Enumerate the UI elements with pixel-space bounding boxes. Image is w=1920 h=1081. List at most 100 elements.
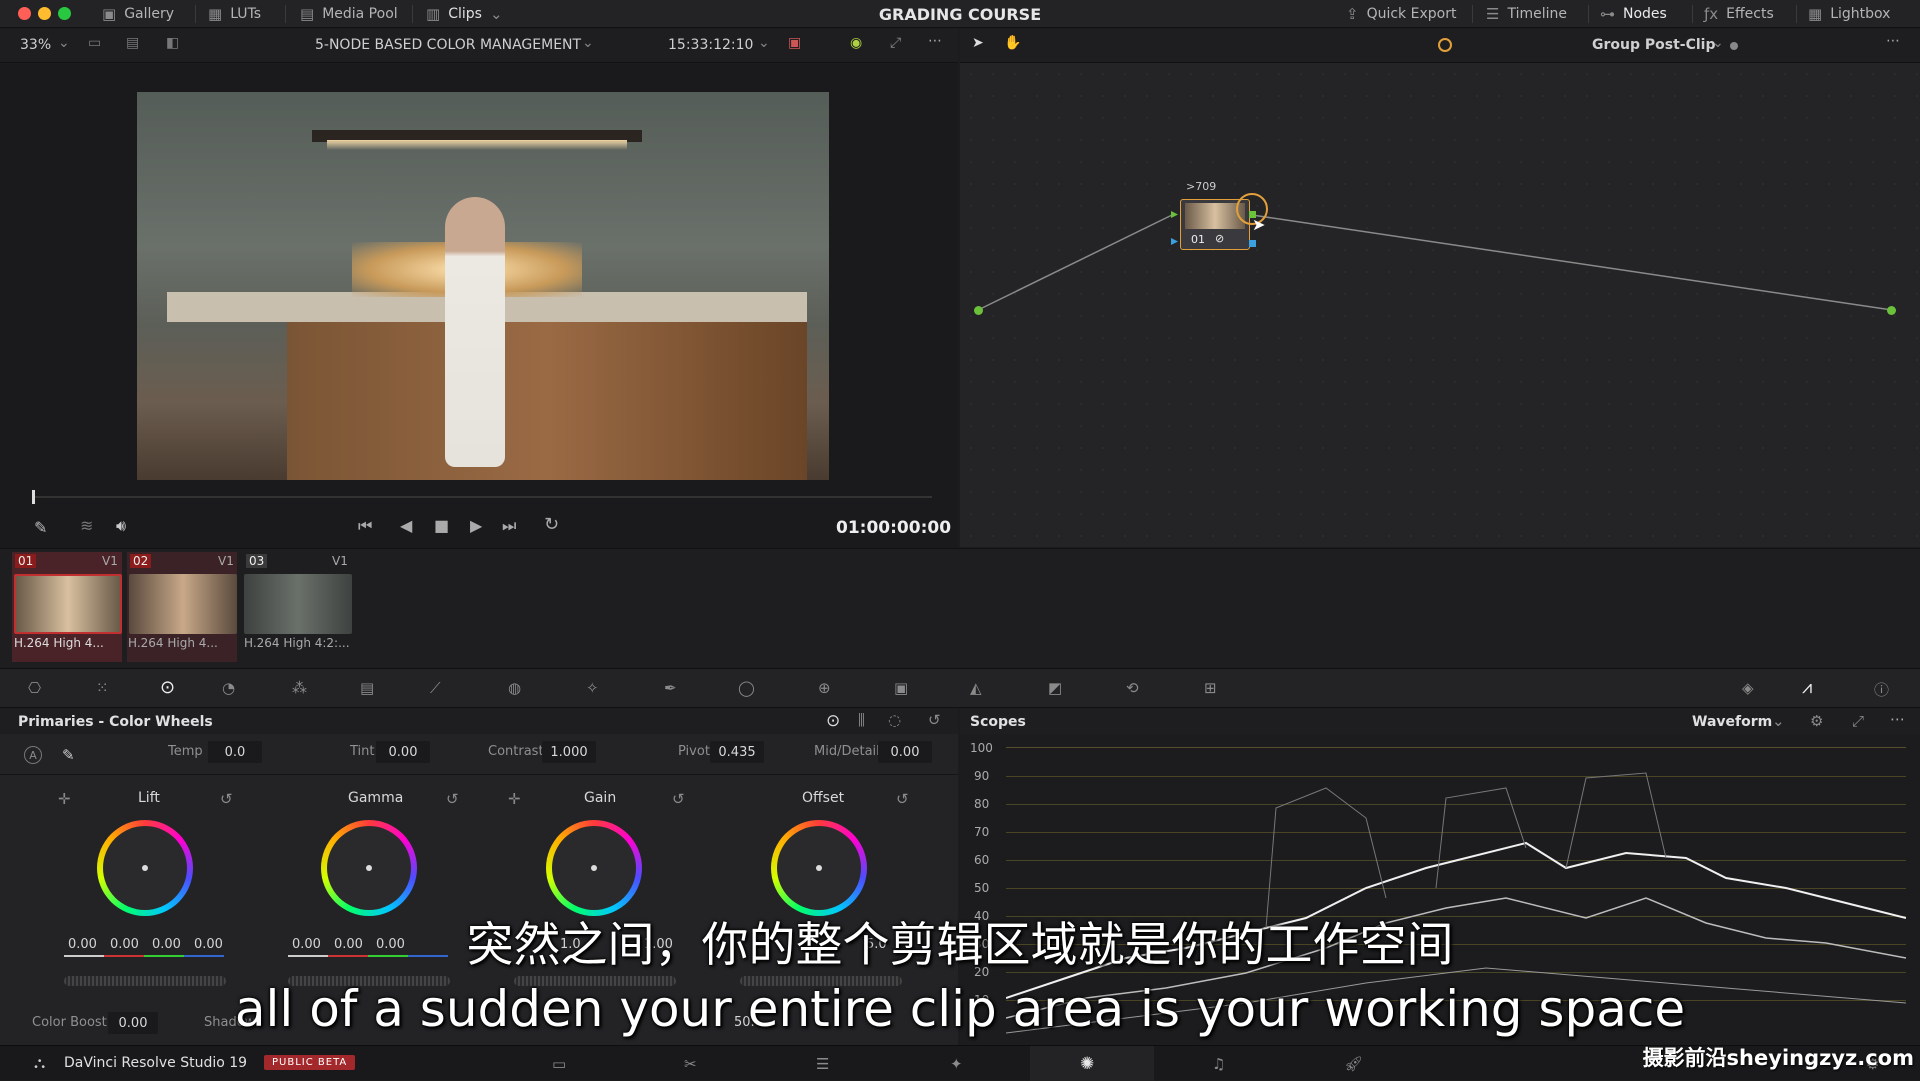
source-timecode[interactable]: 15:33:12:10 bbox=[668, 37, 753, 53]
pointer-tool-icon[interactable]: ➤ bbox=[972, 35, 984, 51]
tab-nodes[interactable]: ⊶ Nodes bbox=[1600, 0, 1667, 28]
fullscreen-icon[interactable]: ⤢ bbox=[890, 35, 901, 51]
crosshair-icon[interactable]: ✛ bbox=[58, 790, 71, 808]
magic-mask-icon[interactable]: ▣ bbox=[894, 679, 908, 697]
reset-gamma-icon[interactable]: ↺ bbox=[446, 790, 459, 808]
wipe-view-icon[interactable]: ◧ bbox=[166, 35, 179, 51]
reset-gain-icon[interactable]: ↺ bbox=[672, 790, 685, 808]
key-icon[interactable]: ◩ bbox=[1048, 679, 1062, 697]
primaries-icon[interactable]: ⊙ bbox=[160, 677, 175, 698]
highlight-icon[interactable] bbox=[1438, 38, 1452, 52]
close-window-button[interactable] bbox=[18, 7, 31, 20]
video-frame[interactable] bbox=[137, 92, 829, 480]
white-balance-picker-icon[interactable]: ✎ bbox=[62, 746, 75, 764]
clip-thumbnail-01[interactable] bbox=[14, 574, 122, 634]
tab-timeline[interactable]: ☰ Timeline bbox=[1486, 0, 1567, 28]
more-options-icon[interactable]: ⋯ bbox=[1886, 33, 1900, 49]
scrubber-track[interactable] bbox=[32, 496, 932, 498]
output-dot[interactable] bbox=[1887, 306, 1896, 315]
volume-icon[interactable]: 🔊︎ bbox=[116, 516, 126, 536]
rgb-mixer-icon[interactable]: ⁂ bbox=[292, 679, 307, 697]
playhead[interactable] bbox=[32, 490, 35, 504]
step-back-icon[interactable]: ◀ bbox=[400, 516, 412, 535]
tab-gallery[interactable]: ▣ Gallery bbox=[102, 0, 174, 28]
hdr-icon[interactable]: ◔ bbox=[222, 679, 235, 697]
scope-mode-select[interactable]: Waveform bbox=[1692, 714, 1772, 730]
sizing-icon[interactable]: ⟲ bbox=[1126, 679, 1139, 697]
mid-detail-field[interactable]: 0.00 bbox=[878, 741, 932, 763]
contrast-field[interactable]: 1.000 bbox=[542, 741, 596, 763]
reset-all-icon[interactable]: ↺ bbox=[928, 711, 941, 729]
log-mode-icon[interactable]: ◌ bbox=[888, 711, 901, 729]
go-to-end-icon[interactable]: ⏭ bbox=[502, 516, 516, 536]
color-picker-icon[interactable]: ◉ bbox=[850, 35, 862, 51]
crosshair-icon[interactable]: ✛ bbox=[508, 790, 521, 808]
camera-raw-icon[interactable]: ⎔ bbox=[28, 679, 41, 697]
cut-page-icon[interactable]: ✂ bbox=[684, 1055, 697, 1073]
loop-icon[interactable]: ↻ bbox=[544, 514, 559, 535]
layers-icon[interactable]: ≋ bbox=[80, 516, 93, 535]
chevron-down-icon[interactable]: ⌄ bbox=[1772, 712, 1785, 730]
chevron-down-icon[interactable]: ⌄ bbox=[582, 35, 594, 51]
deliver-page-icon[interactable]: 🚀︎ bbox=[1344, 1055, 1363, 1073]
node-key-output[interactable] bbox=[1249, 240, 1256, 247]
clip-thumbnail-03[interactable] bbox=[244, 574, 352, 634]
minimize-window-button[interactable] bbox=[38, 7, 51, 20]
qualifier-icon[interactable]: ✧ bbox=[586, 679, 599, 697]
more-options-icon[interactable]: ⋯ bbox=[1890, 710, 1905, 728]
3d-icon[interactable]: ⊞ bbox=[1204, 679, 1217, 697]
window-icon[interactable]: ◯ bbox=[738, 679, 755, 697]
chevron-down-icon[interactable]: ⌄ bbox=[58, 35, 70, 51]
play-icon[interactable]: ▶ bbox=[470, 516, 482, 535]
auto-balance-icon[interactable]: A bbox=[24, 746, 42, 764]
scope-settings-icon[interactable]: ⚙ bbox=[1810, 712, 1823, 730]
tab-effects[interactable]: ƒx Effects bbox=[1704, 0, 1774, 28]
motion-effects-icon[interactable]: ▤ bbox=[360, 679, 374, 697]
tab-media-pool[interactable]: ▤ Media Pool bbox=[300, 0, 398, 28]
keyframes-icon[interactable]: ◈ bbox=[1742, 679, 1754, 697]
bars-mode-icon[interactable]: ⫼ bbox=[858, 711, 865, 729]
quick-export-button[interactable]: ⇪ Quick Export bbox=[1346, 0, 1456, 28]
fusion-page-icon[interactable]: ✦ bbox=[950, 1055, 963, 1073]
more-options-icon[interactable]: ⋯ bbox=[928, 33, 942, 49]
eyedropper-tool-icon[interactable]: ✒ bbox=[664, 679, 677, 697]
go-to-start-icon[interactable]: ⏮ bbox=[358, 516, 372, 536]
wheels-mode-icon[interactable]: ⊙ bbox=[826, 711, 840, 731]
color-space-icon[interactable]: ▣ bbox=[788, 35, 801, 51]
color-page-icon[interactable]: ✺ bbox=[1080, 1054, 1094, 1074]
color-match-icon[interactable]: ⁙ bbox=[96, 679, 109, 697]
tab-clips[interactable]: ▥ Clips ⌄ bbox=[426, 0, 503, 28]
offset-wheel[interactable] bbox=[771, 820, 867, 916]
source-input-dot[interactable] bbox=[974, 306, 983, 315]
split-view-icon[interactable]: ▤ bbox=[126, 35, 139, 51]
clip-thumbnail-02[interactable] bbox=[129, 574, 237, 634]
node-editor[interactable]: >709 01 ⊘ ➤ bbox=[960, 63, 1920, 547]
reset-lift-icon[interactable]: ↺ bbox=[220, 790, 233, 808]
tint-field[interactable]: 0.00 bbox=[376, 741, 430, 763]
stop-icon[interactable]: ■ bbox=[434, 516, 449, 535]
hand-tool-icon[interactable]: ✋ bbox=[1004, 35, 1021, 51]
gamma-wheel[interactable] bbox=[321, 820, 417, 916]
curves-icon[interactable]: ⟋ bbox=[430, 679, 441, 697]
info-icon[interactable]: ⓘ bbox=[1874, 679, 1889, 700]
fairlight-page-icon[interactable]: ♫ bbox=[1212, 1055, 1225, 1073]
zoom-select[interactable]: 33% bbox=[20, 37, 51, 53]
single-view-icon[interactable]: ▭ bbox=[88, 35, 101, 51]
tab-lightbox[interactable]: ▦ Lightbox bbox=[1808, 0, 1890, 28]
chevron-down-icon[interactable]: ⌄ bbox=[758, 35, 770, 51]
group-post-clip-select[interactable]: Group Post-Clip bbox=[1592, 37, 1715, 53]
eyedropper-icon[interactable]: ✎ bbox=[34, 518, 47, 537]
blur-icon[interactable]: ◭ bbox=[970, 679, 982, 697]
chevron-down-icon[interactable]: ⌄ bbox=[1712, 35, 1724, 51]
color-warper-icon[interactable]: ◍ bbox=[508, 679, 521, 697]
node-title-select[interactable]: 5-NODE BASED COLOR MANAGEMENT bbox=[315, 37, 581, 53]
media-page-icon[interactable]: ▭ bbox=[552, 1055, 566, 1073]
maximize-window-button[interactable] bbox=[58, 7, 71, 20]
expand-icon[interactable]: ⤢ bbox=[1852, 712, 1864, 730]
scopes-icon[interactable]: ⩘ bbox=[1802, 677, 1812, 698]
temp-field[interactable]: 0.0 bbox=[208, 741, 262, 763]
pivot-field[interactable]: 0.435 bbox=[710, 741, 764, 763]
edit-page-icon[interactable]: ☰ bbox=[816, 1055, 829, 1073]
tab-luts[interactable]: ▦ LUTs bbox=[208, 0, 261, 28]
reset-offset-icon[interactable]: ↺ bbox=[896, 790, 909, 808]
